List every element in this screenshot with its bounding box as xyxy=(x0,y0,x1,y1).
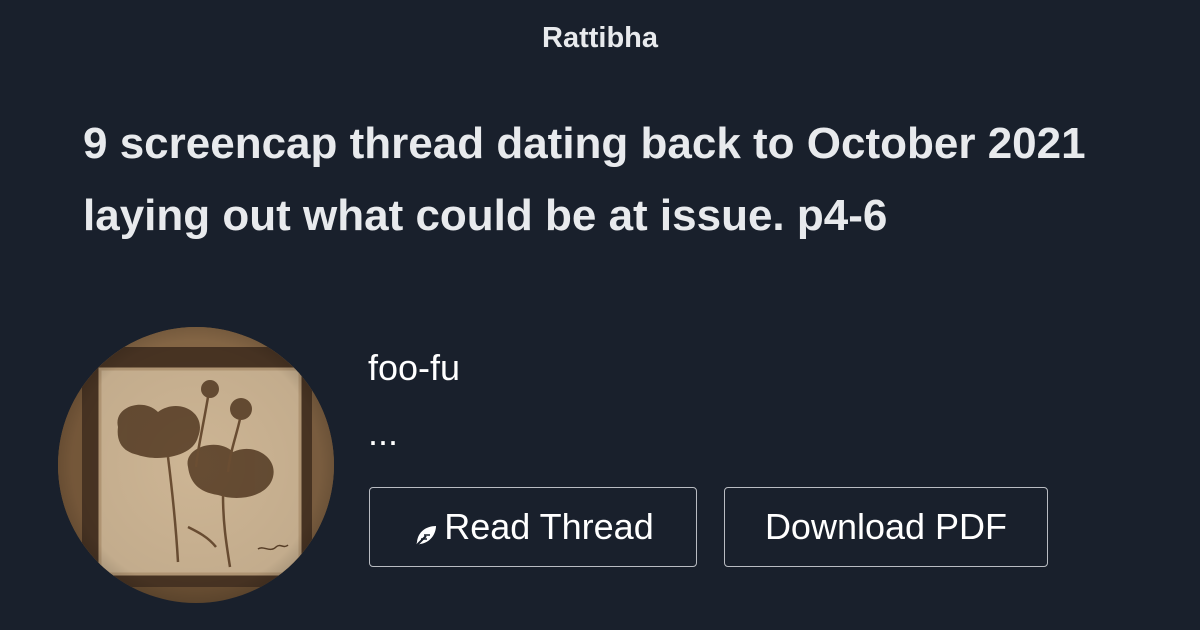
thread-title: 9 screencap thread dating back to Octobe… xyxy=(83,119,1086,240)
feather-icon xyxy=(412,517,438,549)
author-name[interactable]: foo-fu xyxy=(368,347,460,389)
download-pdf-label: Download PDF xyxy=(764,506,1008,547)
avatar-image xyxy=(58,327,334,603)
author-bio: ... xyxy=(368,412,399,453)
download-pdf-button[interactable]: Download PDF xyxy=(724,487,1048,567)
read-thread-label: Read Thread xyxy=(444,506,654,547)
site-name: Rattibha xyxy=(542,22,658,54)
read-thread-button[interactable]: Read Thread xyxy=(369,487,697,567)
author-avatar xyxy=(58,327,334,603)
